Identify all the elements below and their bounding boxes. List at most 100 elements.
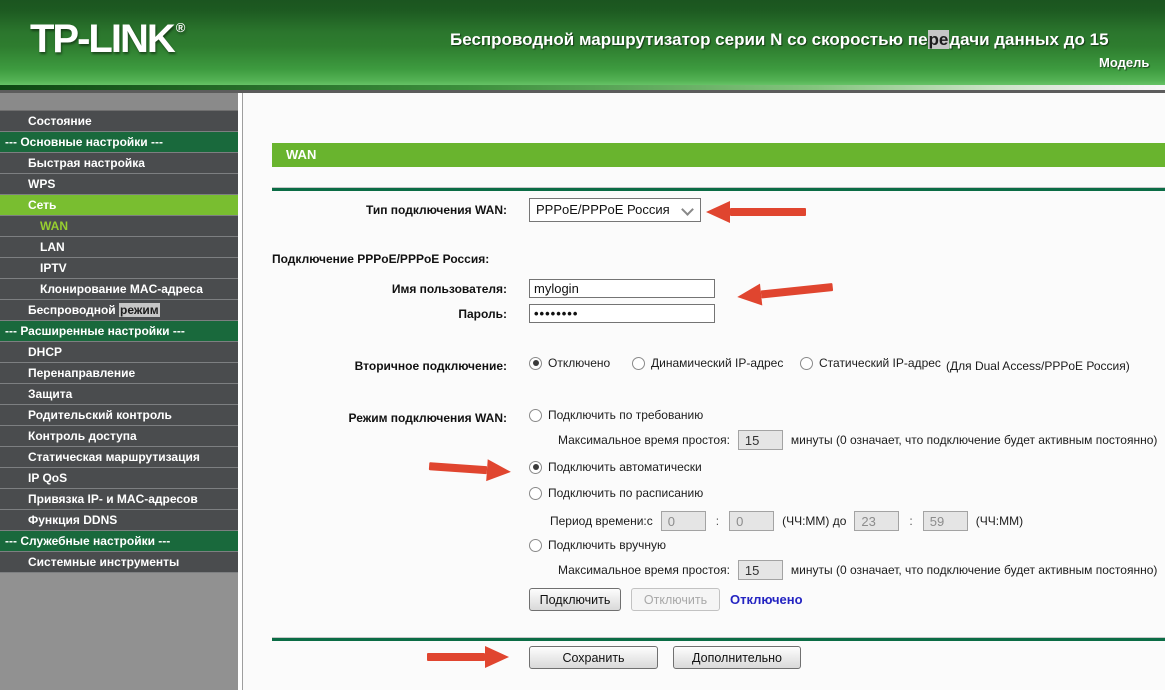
- idle-time-row-2: Максимальное время простоя: минуты (0 оз…: [558, 560, 1157, 580]
- radio-label: Подключить вручную: [548, 538, 666, 552]
- idle-time-note: минуты (0 означает, что подключение буде…: [790, 563, 1158, 577]
- username-input[interactable]: [529, 279, 715, 298]
- radio-button-icon[interactable]: [632, 356, 645, 370]
- radio-label: Подключить автоматически: [548, 460, 702, 474]
- sidebar-item-forwarding[interactable]: Перенаправление: [0, 363, 238, 384]
- sidebar-spacer: [0, 93, 238, 111]
- radio-connect-on-schedule[interactable]: Подключить по расписанию: [529, 486, 703, 500]
- sidebar-item-access-control[interactable]: Контроль доступа: [0, 426, 238, 447]
- sidebar-item-security[interactable]: Защита: [0, 384, 238, 405]
- page-title-bar: WAN: [272, 143, 1165, 167]
- password-label: Пароль:: [458, 307, 507, 321]
- sidebar-item-system-tools[interactable]: Системные инструменты: [0, 552, 238, 573]
- idle-time-label: Максимальное время простоя:: [558, 433, 730, 447]
- period-format-label: (ЧЧ:ММ): [975, 514, 1024, 528]
- radio-label: Статический IP-адрес: [819, 356, 941, 370]
- period-to-minute-input[interactable]: [922, 511, 968, 531]
- wan-type-label: Тип подключения WAN:: [365, 203, 507, 217]
- idle-time-note: минуты (0 означает, что подключение буде…: [790, 433, 1158, 447]
- colon-separator: :: [909, 514, 913, 528]
- colon-separator: :: [715, 514, 720, 528]
- sidebar-item-static-routing[interactable]: Статическая маршрутизация: [0, 447, 238, 468]
- sidebar-item-ddns[interactable]: Функция DDNS: [0, 510, 238, 531]
- logo-text: TP-LINK: [30, 17, 176, 61]
- annotation-arrow-wan-type: [706, 201, 806, 223]
- period-from-hour-input[interactable]: [660, 511, 706, 531]
- registered-mark: ®: [175, 20, 186, 35]
- header-title-pre: Беспроводной маршрутизатор серии N со ск…: [450, 30, 928, 49]
- radio-button-icon[interactable]: [529, 538, 542, 552]
- sidebar-item-label: Статическая маршрутизация: [28, 450, 200, 464]
- period-to-hour-input[interactable]: [854, 511, 900, 531]
- sidebar-item-label: Быстрая настройка: [28, 156, 145, 170]
- idle-time-input-1[interactable]: [737, 430, 783, 450]
- radio-connect-on-demand[interactable]: Подключить по требованию: [529, 408, 703, 422]
- radio-connect-manually[interactable]: Подключить вручную: [529, 538, 666, 552]
- sidebar-item-label: Клонирование MAC-адреса: [40, 282, 203, 296]
- radio-button-icon[interactable]: [529, 460, 542, 474]
- sidebar-item-ip-qos[interactable]: IP QoS: [0, 468, 238, 489]
- chevron-down-icon: [681, 203, 694, 216]
- sidebar-item-iptv[interactable]: IPTV: [0, 258, 238, 279]
- sidebar-item-mac-clone[interactable]: Клонирование MAC-адреса: [0, 279, 238, 300]
- annotation-arrow-username: [736, 276, 834, 308]
- sidebar-item-status[interactable]: Состояние: [0, 111, 238, 132]
- sidebar-section-label: --- Основные настройки ---: [5, 135, 164, 149]
- sidebar-item-dhcp[interactable]: DHCP: [0, 342, 238, 363]
- advanced-button[interactable]: Дополнительно: [673, 646, 801, 669]
- sidebar-item-wps[interactable]: WPS: [0, 174, 238, 195]
- arrow-head-icon: [736, 283, 763, 308]
- username-label: Имя пользователя:: [391, 282, 507, 296]
- sidebar-item-label: IP QoS: [28, 471, 68, 485]
- sidebar-item-label: Состояние: [28, 114, 92, 128]
- sidebar-item-network[interactable]: Сеть: [0, 195, 238, 216]
- sidebar-item-lan[interactable]: LAN: [0, 237, 238, 258]
- arrow-shaft: [427, 653, 485, 661]
- main-content: WAN Тип подключения WAN: PPPoE/PPPoE Рос…: [242, 93, 1165, 690]
- sidebar-item-quick-setup[interactable]: Быстрая настройка: [0, 153, 238, 174]
- sidebar-item-label: Защита: [28, 387, 73, 401]
- sidebar-item-label: Контроль доступа: [28, 429, 137, 443]
- wan-type-select[interactable]: PPPoE/PPPoE Россия: [529, 198, 701, 222]
- divider: [272, 187, 1165, 191]
- idle-time-label: Максимальное время простоя:: [558, 563, 730, 577]
- idle-time-input-2[interactable]: [737, 560, 783, 580]
- connection-status-text: Отключено: [730, 592, 803, 607]
- arrow-head-icon: [706, 201, 730, 223]
- annotation-arrow-save: [427, 646, 509, 668]
- sidebar-item-ip-mac-binding[interactable]: Привязка IP- и MAC-адресов: [0, 489, 238, 510]
- period-from-minute-input[interactable]: [729, 511, 775, 531]
- tplink-logo: TP-LINK ®: [30, 17, 185, 62]
- sidebar-item-wan[interactable]: WAN: [0, 216, 238, 237]
- password-input[interactable]: [529, 304, 715, 323]
- radio-button-icon[interactable]: [800, 356, 813, 370]
- header: TP-LINK ® Беспроводной маршрутизатор сери…: [0, 0, 1165, 85]
- sidebar-item-parental-control[interactable]: Родительский контроль: [0, 405, 238, 426]
- radio-label: Отключено: [548, 356, 611, 370]
- radio-secondary-dynamic-ip[interactable]: Динамический IP-адрес: [632, 356, 783, 370]
- sidebar-item-label: Привязка IP- и MAC-адресов: [28, 492, 198, 506]
- sidebar-item-wireless[interactable]: Беспроводной режим: [0, 300, 238, 321]
- radio-connect-automatically[interactable]: Подключить автоматически: [529, 460, 702, 474]
- arrow-shaft: [760, 283, 834, 299]
- header-title-post: дачи данных до 15: [949, 30, 1109, 49]
- sidebar-item-label: DHCP: [28, 345, 63, 359]
- sidebar-item-label: Функция DDNS: [28, 513, 118, 527]
- sidebar-item-label: Сеть: [28, 198, 57, 212]
- connect-button[interactable]: Подключить: [529, 588, 621, 611]
- wan-mode-label: Режим подключения WAN:: [348, 411, 507, 425]
- sidebar-section-maintenance: --- Служебные настройки ---: [0, 531, 238, 552]
- save-buttons-row: Сохранить Дополнительно: [529, 646, 801, 669]
- radio-button-icon[interactable]: [529, 408, 542, 422]
- sidebar-item-label: WAN: [40, 219, 68, 233]
- arrow-shaft: [428, 462, 488, 475]
- radio-button-icon[interactable]: [529, 356, 542, 370]
- sidebar-item-label: LAN: [40, 240, 65, 254]
- radio-secondary-static-ip[interactable]: Статический IP-адрес: [800, 356, 941, 370]
- save-button[interactable]: Сохранить: [529, 646, 658, 669]
- sidebar: Состояние --- Основные настройки --- Быс…: [0, 93, 238, 690]
- arrow-head-icon: [485, 646, 509, 668]
- radio-button-icon[interactable]: [529, 486, 542, 500]
- sidebar-menu: Состояние --- Основные настройки --- Быс…: [0, 111, 238, 573]
- radio-secondary-disabled[interactable]: Отключено: [529, 356, 610, 370]
